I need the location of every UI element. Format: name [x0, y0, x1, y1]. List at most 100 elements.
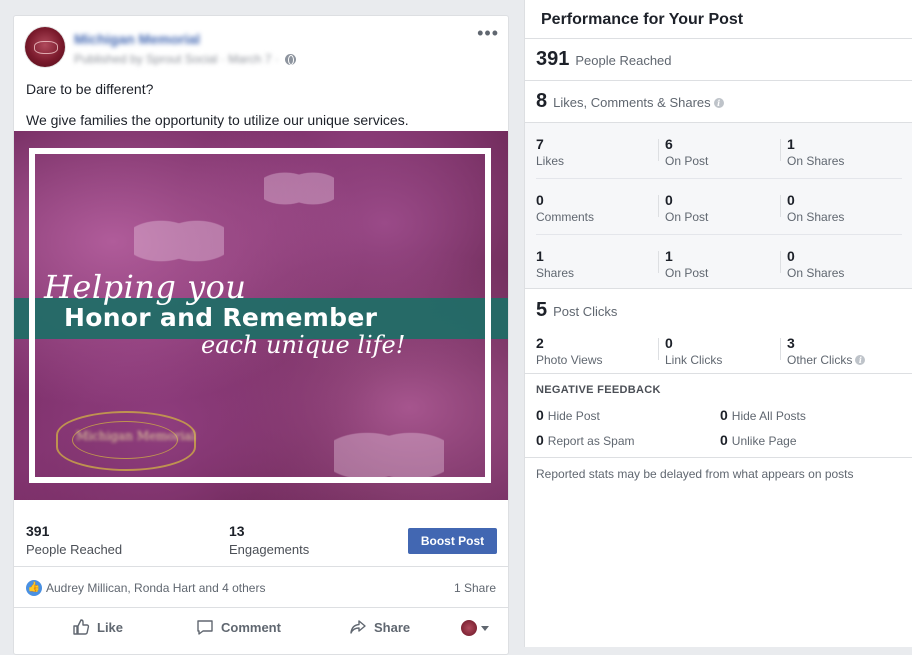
hide-all-posts-stat: 0 Hide All Posts: [720, 407, 806, 423]
divider: [536, 178, 902, 179]
hide-post-count: 0: [536, 407, 544, 423]
report-spam-label: Report as Spam: [547, 434, 635, 448]
post-image[interactable]: Helping you Honor and Remember each uniq…: [14, 131, 508, 500]
engagement-number: 8: [536, 90, 548, 112]
likes-count: 7: [536, 136, 544, 152]
shares-count-link[interactable]: 1 Share: [454, 581, 496, 595]
reactions-row: 👍 Audrey Millican, Ronda Hart and 4 othe…: [14, 567, 508, 608]
comment-label: Comment: [221, 619, 281, 635]
globe-icon: [284, 53, 296, 65]
likes-on-post-label: On Post: [665, 154, 709, 168]
shares-on-shares-cell: 0 On Shares: [787, 248, 844, 280]
likes-label: Likes: [536, 154, 565, 168]
negative-feedback-title: NEGATIVE FEEDBACK: [536, 384, 661, 396]
info-icon[interactable]: i: [855, 355, 866, 365]
page-mini-avatar: [461, 620, 477, 636]
comments-on-post-count: 0: [665, 192, 673, 208]
stats-delay-footnote: Reported stats may be delayed from what …: [536, 467, 854, 481]
like-reaction-icon: 👍: [26, 580, 42, 596]
photo-views-cell: 2 Photo Views: [536, 335, 603, 367]
likes-on-shares-label: On Shares: [787, 154, 845, 168]
likes-cell: 7 Likes: [536, 136, 564, 168]
chevron-down-icon: [481, 625, 489, 631]
comment-icon: [197, 620, 213, 635]
engagement-breakdown: 7 Likes 6 On Post 1 On Shares 0 Comments 0 On…: [525, 122, 912, 288]
post-clicks-label: Post Clicks: [553, 304, 618, 319]
comment-button[interactable]: Comment: [196, 618, 281, 636]
post-actions: Like Comment Share: [14, 608, 508, 648]
divider: [658, 338, 659, 360]
shares-on-post-count: 1: [665, 248, 673, 264]
image-logo-text: Michigan Memorial: [76, 429, 196, 443]
shares-label: Shares: [536, 266, 575, 280]
like-button[interactable]: Like: [72, 618, 123, 636]
image-script-bottom: each unique life!: [201, 331, 406, 359]
people-reached-count: 391: [26, 523, 50, 539]
share-label: Share: [374, 619, 411, 635]
comments-on-post-label: On Post: [665, 210, 709, 224]
reactors-link[interactable]: Audrey Millican, Ronda Hart and 4 others: [46, 581, 265, 595]
people-reached-stat: 391 People Reached: [26, 523, 122, 557]
link-clicks-label: Link Clicks: [665, 353, 723, 367]
unlike-page-stat: 0 Unlike Page: [720, 432, 797, 448]
post-card: Michigan Memorial Published by Sprout So…: [13, 15, 509, 655]
comments-on-shares-label: On Shares: [787, 210, 845, 224]
shares-on-post-label: On Post: [665, 266, 709, 280]
published-by-text[interactable]: Published by Sprout Social · March 7 ·: [74, 52, 279, 66]
post-as-selector[interactable]: [461, 620, 489, 636]
other-clicks-label-text: Other Clicks: [787, 353, 853, 367]
photo-views-label: Photo Views: [536, 353, 603, 367]
unlike-page-label: Unlike Page: [731, 434, 797, 448]
shares-on-shares-count: 0: [787, 248, 795, 264]
performance-title: Performance for Your Post: [541, 11, 744, 28]
comments-on-shares-cell: 0 On Shares: [787, 192, 844, 224]
comments-on-post-cell: 0 On Post: [665, 192, 708, 224]
post-clicks-number: 5: [536, 299, 548, 321]
hide-post-stat: 0 Hide Post: [536, 407, 600, 423]
divider: [525, 373, 912, 374]
divider: [525, 122, 912, 123]
people-reached-summary: 391 People Reached: [536, 48, 672, 71]
post-text-line-2: We give families the opportunity to util…: [26, 112, 409, 128]
reached-label: People Reached: [575, 53, 672, 68]
divider: [780, 338, 781, 360]
hide-post-label: Hide Post: [547, 409, 600, 423]
link-clicks-count: 0: [665, 335, 673, 351]
report-spam-stat: 0 Report as Spam: [536, 432, 635, 448]
hide-all-posts-label: Hide All Posts: [731, 409, 806, 423]
performance-panel: Performance for Your Post 391 People Rea…: [524, 0, 912, 647]
shares-on-shares-label: On Shares: [787, 266, 845, 280]
divider: [525, 288, 912, 289]
page-avatar[interactable]: [25, 27, 65, 67]
likes-on-post-count: 6: [665, 136, 673, 152]
divider: [525, 457, 912, 458]
divider: [658, 139, 659, 161]
likes-on-shares-count: 1: [787, 136, 795, 152]
divider: [780, 195, 781, 217]
photo-views-count: 2: [536, 335, 544, 351]
shares-cell: 1 Shares: [536, 248, 574, 280]
thumbs-up-icon: [73, 619, 90, 635]
engagements-count: 13: [229, 523, 245, 539]
engagement-summary: 8 Likes, Comments & Shares i: [536, 90, 724, 113]
engagements-label: Engagements: [229, 542, 310, 557]
engagement-label-text: Likes, Comments & Shares: [553, 95, 711, 110]
comments-label: Comments: [536, 210, 595, 224]
people-reached-label: People Reached: [26, 542, 123, 557]
share-button[interactable]: Share: [349, 618, 410, 636]
boost-post-button[interactable]: Boost Post: [408, 528, 497, 554]
likes-on-post-cell: 6 On Post: [665, 136, 708, 168]
more-options-icon[interactable]: •••: [477, 24, 499, 42]
post-text-line-1: Dare to be different?: [26, 81, 154, 97]
post-meta: Published by Sprout Social · March 7 ·: [74, 52, 296, 66]
comments-cell: 0 Comments: [536, 192, 594, 224]
info-icon[interactable]: i: [713, 98, 724, 108]
page-name-link[interactable]: Michigan Memorial: [74, 31, 200, 47]
image-script-top: Helping you: [44, 268, 247, 306]
post-clicks-summary: 5 Post Clicks: [536, 299, 617, 322]
engagement-label: Likes, Comments & Shares i: [553, 95, 724, 110]
shares-on-post-cell: 1 On Post: [665, 248, 708, 280]
other-clicks-label: Other Clicks i: [787, 353, 866, 367]
engagements-stat: 13 Engagements: [229, 523, 309, 557]
divider: [658, 251, 659, 273]
